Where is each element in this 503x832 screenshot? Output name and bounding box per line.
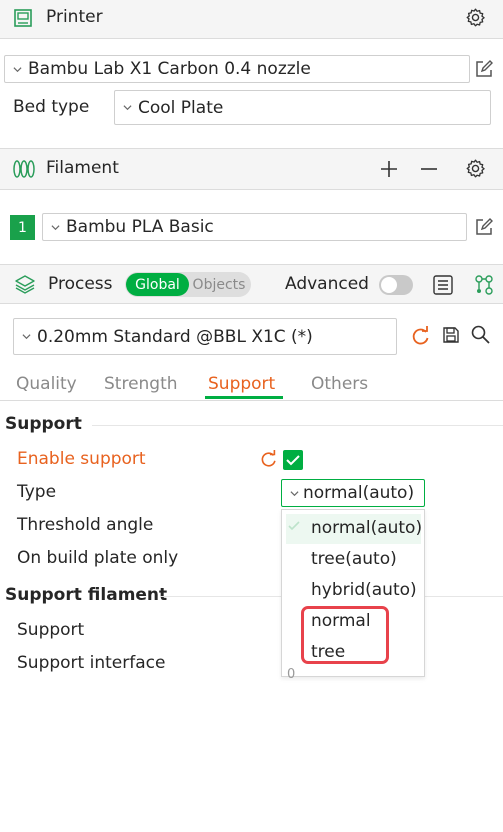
printer-title: Printer — [46, 7, 103, 27]
tab-others[interactable]: Others — [311, 374, 368, 394]
add-filament-plus-icon[interactable] — [380, 160, 398, 178]
filament-spool-icon — [13, 160, 35, 178]
printer-icon — [14, 9, 32, 27]
filament-preset-combo[interactable]: Bambu PLA Basic — [42, 213, 467, 241]
bed-type-label: Bed type — [13, 97, 90, 117]
enable-support-checkbox[interactable] — [283, 450, 303, 470]
chevron-down-icon — [123, 105, 132, 111]
bed-type-value: Cool Plate — [138, 97, 224, 118]
parameter-list-icon[interactable] — [432, 274, 454, 296]
tab-quality[interactable]: Quality — [16, 374, 77, 394]
toggle-global[interactable]: Global — [126, 273, 189, 296]
group-support-title: Support — [5, 414, 82, 434]
reset-enable-support-icon[interactable] — [260, 450, 278, 468]
threshold-angle-label: Threshold angle — [17, 515, 154, 535]
support-type-value: normal(auto) — [303, 483, 415, 503]
process-title: Process — [48, 274, 113, 294]
dropdown-option-normal-auto[interactable]: normal(auto) — [311, 518, 422, 538]
filament-settings-gear-icon[interactable] — [465, 158, 486, 179]
checkmark-icon — [286, 455, 300, 466]
selected-check-icon — [288, 521, 300, 531]
bed-type-combo[interactable]: Cool Plate — [114, 90, 491, 125]
filament-section-header: Filament — [0, 148, 503, 190]
printer-preset-combo[interactable]: Bambu Lab X1 Carbon 0.4 nozzle — [4, 55, 470, 83]
annotation-highlight-box — [301, 606, 389, 664]
edit-printer-icon[interactable] — [474, 59, 494, 79]
save-process-icon[interactable] — [442, 326, 460, 344]
process-preset-combo[interactable]: 0.20mm Standard @BBL X1C (*) — [13, 318, 397, 355]
filament-slot-badge[interactable]: 1 — [10, 215, 35, 240]
chevron-down-icon — [13, 66, 22, 72]
filament-preset-value: Bambu PLA Basic — [66, 217, 214, 237]
reset-process-icon[interactable] — [411, 326, 431, 346]
printer-preset-value: Bambu Lab X1 Carbon 0.4 nozzle — [28, 59, 311, 79]
chevron-down-icon — [290, 490, 299, 496]
on-build-plate-only-label: On build plate only — [17, 548, 179, 568]
support-filament-label: Support — [17, 620, 85, 640]
remove-filament-minus-icon[interactable] — [420, 160, 438, 178]
global-objects-toggle[interactable]: Global Objects — [125, 272, 251, 297]
support-type-combo[interactable]: normal(auto) — [281, 479, 425, 507]
compare-presets-icon[interactable] — [474, 274, 494, 296]
group-support-filament-title: Support filament — [5, 585, 168, 605]
chevron-down-icon — [51, 224, 60, 230]
printer-settings-gear-icon[interactable] — [465, 7, 486, 28]
advanced-label: Advanced — [285, 274, 369, 294]
enable-support-label: Enable support — [17, 449, 146, 469]
tab-support[interactable]: Support — [208, 374, 275, 394]
partial-value: 0 — [287, 667, 296, 682]
printer-section-header: Printer — [0, 0, 503, 39]
process-section-header: Process Global Objects Advanced — [0, 264, 503, 304]
chevron-down-icon — [22, 334, 31, 340]
toggle-objects[interactable]: Objects — [189, 273, 249, 296]
process-preset-value: 0.20mm Standard @BBL X1C (*) — [37, 326, 313, 347]
dropdown-option-tree-auto[interactable]: tree(auto) — [311, 549, 397, 569]
edit-filament-icon[interactable] — [474, 217, 494, 237]
type-label: Type — [17, 482, 57, 502]
tabs-divider — [0, 400, 503, 401]
tab-strength[interactable]: Strength — [104, 374, 178, 394]
support-interface-label: Support interface — [17, 653, 166, 673]
advanced-switch[interactable] — [379, 275, 413, 295]
search-icon[interactable] — [470, 324, 491, 345]
dropdown-option-hybrid-auto[interactable]: hybrid(auto) — [311, 580, 417, 600]
active-tab-underline — [205, 396, 283, 399]
filament-title: Filament — [46, 158, 119, 178]
process-layers-icon — [15, 275, 35, 294]
